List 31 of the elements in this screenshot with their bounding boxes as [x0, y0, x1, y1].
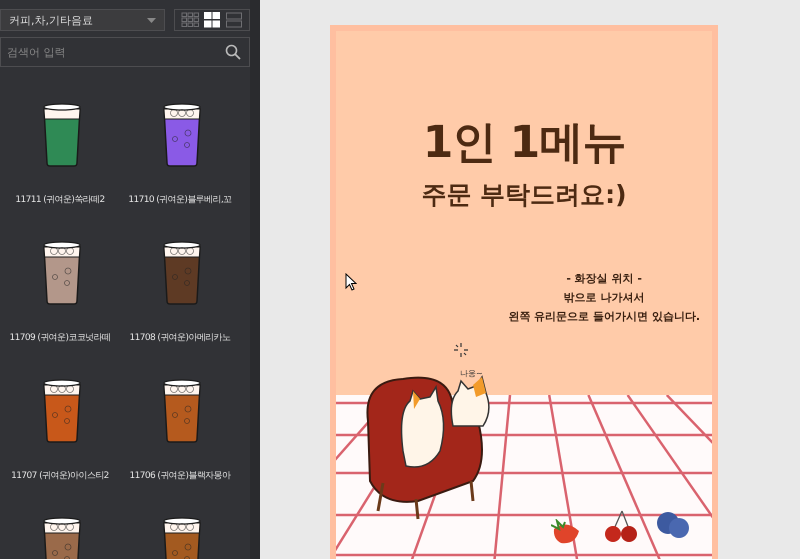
notice-text: - 화장실 위치 -: [566, 271, 642, 286]
drink-label: 11709 (귀여운)코코넛라떼: [10, 332, 110, 344]
notice-text: 밖으로 나가셔서: [564, 290, 645, 305]
large-grid-view-button[interactable]: [201, 10, 223, 30]
category-dropdown[interactable]: 커피,차,기타음료: [0, 9, 165, 31]
blueberries-icon: [656, 511, 690, 539]
search-field[interactable]: 검색어 입력: [0, 37, 250, 67]
drink-item[interactable]: 11706 (귀여운)블랙자몽아: [120, 379, 240, 507]
drink-item[interactable]: 11711 (귀여운)쑥라떼2: [0, 103, 120, 231]
list-icon: [225, 12, 243, 28]
drink-item[interactable]: 11709 (귀여운)코코넛라떼: [0, 241, 120, 369]
small-grid-icon: [181, 12, 199, 28]
drink-label: 11711 (귀여운)쑥라떼2: [15, 194, 105, 206]
cherries-icon: [604, 509, 638, 543]
mouse-cursor-icon: [345, 273, 357, 291]
drink-label: 11708 (귀여운)아메리카노: [130, 332, 230, 344]
poster-title: 1인 1메뉴: [422, 116, 626, 170]
large-grid-icon: [203, 12, 221, 28]
drink-item[interactable]: 11707 (귀여운)아이스티2: [0, 379, 120, 507]
search-icon: [225, 44, 241, 60]
drink-label: 11706 (귀여운)블랙자몽아: [130, 470, 230, 482]
notice-text: 왼쪽 유리문으로 들어가시면 있습니다.: [508, 309, 700, 324]
sparkle-icon: [454, 343, 468, 357]
drink-label: 11707 (귀여운)아이스티2: [11, 470, 109, 482]
cat-sound-text: 나옹~: [460, 368, 483, 379]
drink-label: 11710 (귀여운)블루베리,꼬: [128, 194, 232, 206]
drink-item[interactable]: 11710 (귀여운)블루베리,꼬: [120, 103, 240, 231]
poster-subtitle: 주문 부탁드려요:): [421, 179, 627, 211]
caret-icon: [147, 18, 156, 22]
strawberry-icon: [551, 519, 581, 545]
drink-item[interactable]: 11708 (귀여운)아메리카노: [120, 241, 240, 369]
